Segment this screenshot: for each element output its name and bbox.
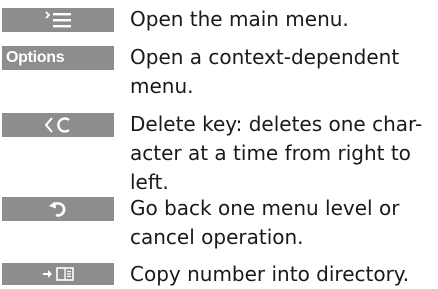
options-key-label: Options bbox=[6, 49, 65, 66]
back-description: Go back one menu level or cancel operati… bbox=[130, 196, 400, 249]
copy-to-directory-description: Copy number into directory. bbox=[130, 262, 410, 286]
copy-to-directory-key[interactable] bbox=[2, 263, 114, 285]
options-description: Open a context-dependent menu. bbox=[130, 45, 400, 98]
delete-icon bbox=[43, 116, 73, 134]
delete-description: Delete key: deletes one char- acter at a… bbox=[130, 112, 423, 194]
menu-icon bbox=[43, 11, 73, 29]
copy-to-directory-icon bbox=[41, 266, 75, 282]
back-key[interactable] bbox=[2, 197, 114, 221]
options-key[interactable]: Options bbox=[2, 46, 114, 70]
back-icon bbox=[47, 200, 69, 218]
main-menu-key[interactable] bbox=[2, 8, 114, 32]
delete-key[interactable] bbox=[2, 113, 114, 137]
main-menu-description: Open the main menu. bbox=[130, 7, 349, 31]
